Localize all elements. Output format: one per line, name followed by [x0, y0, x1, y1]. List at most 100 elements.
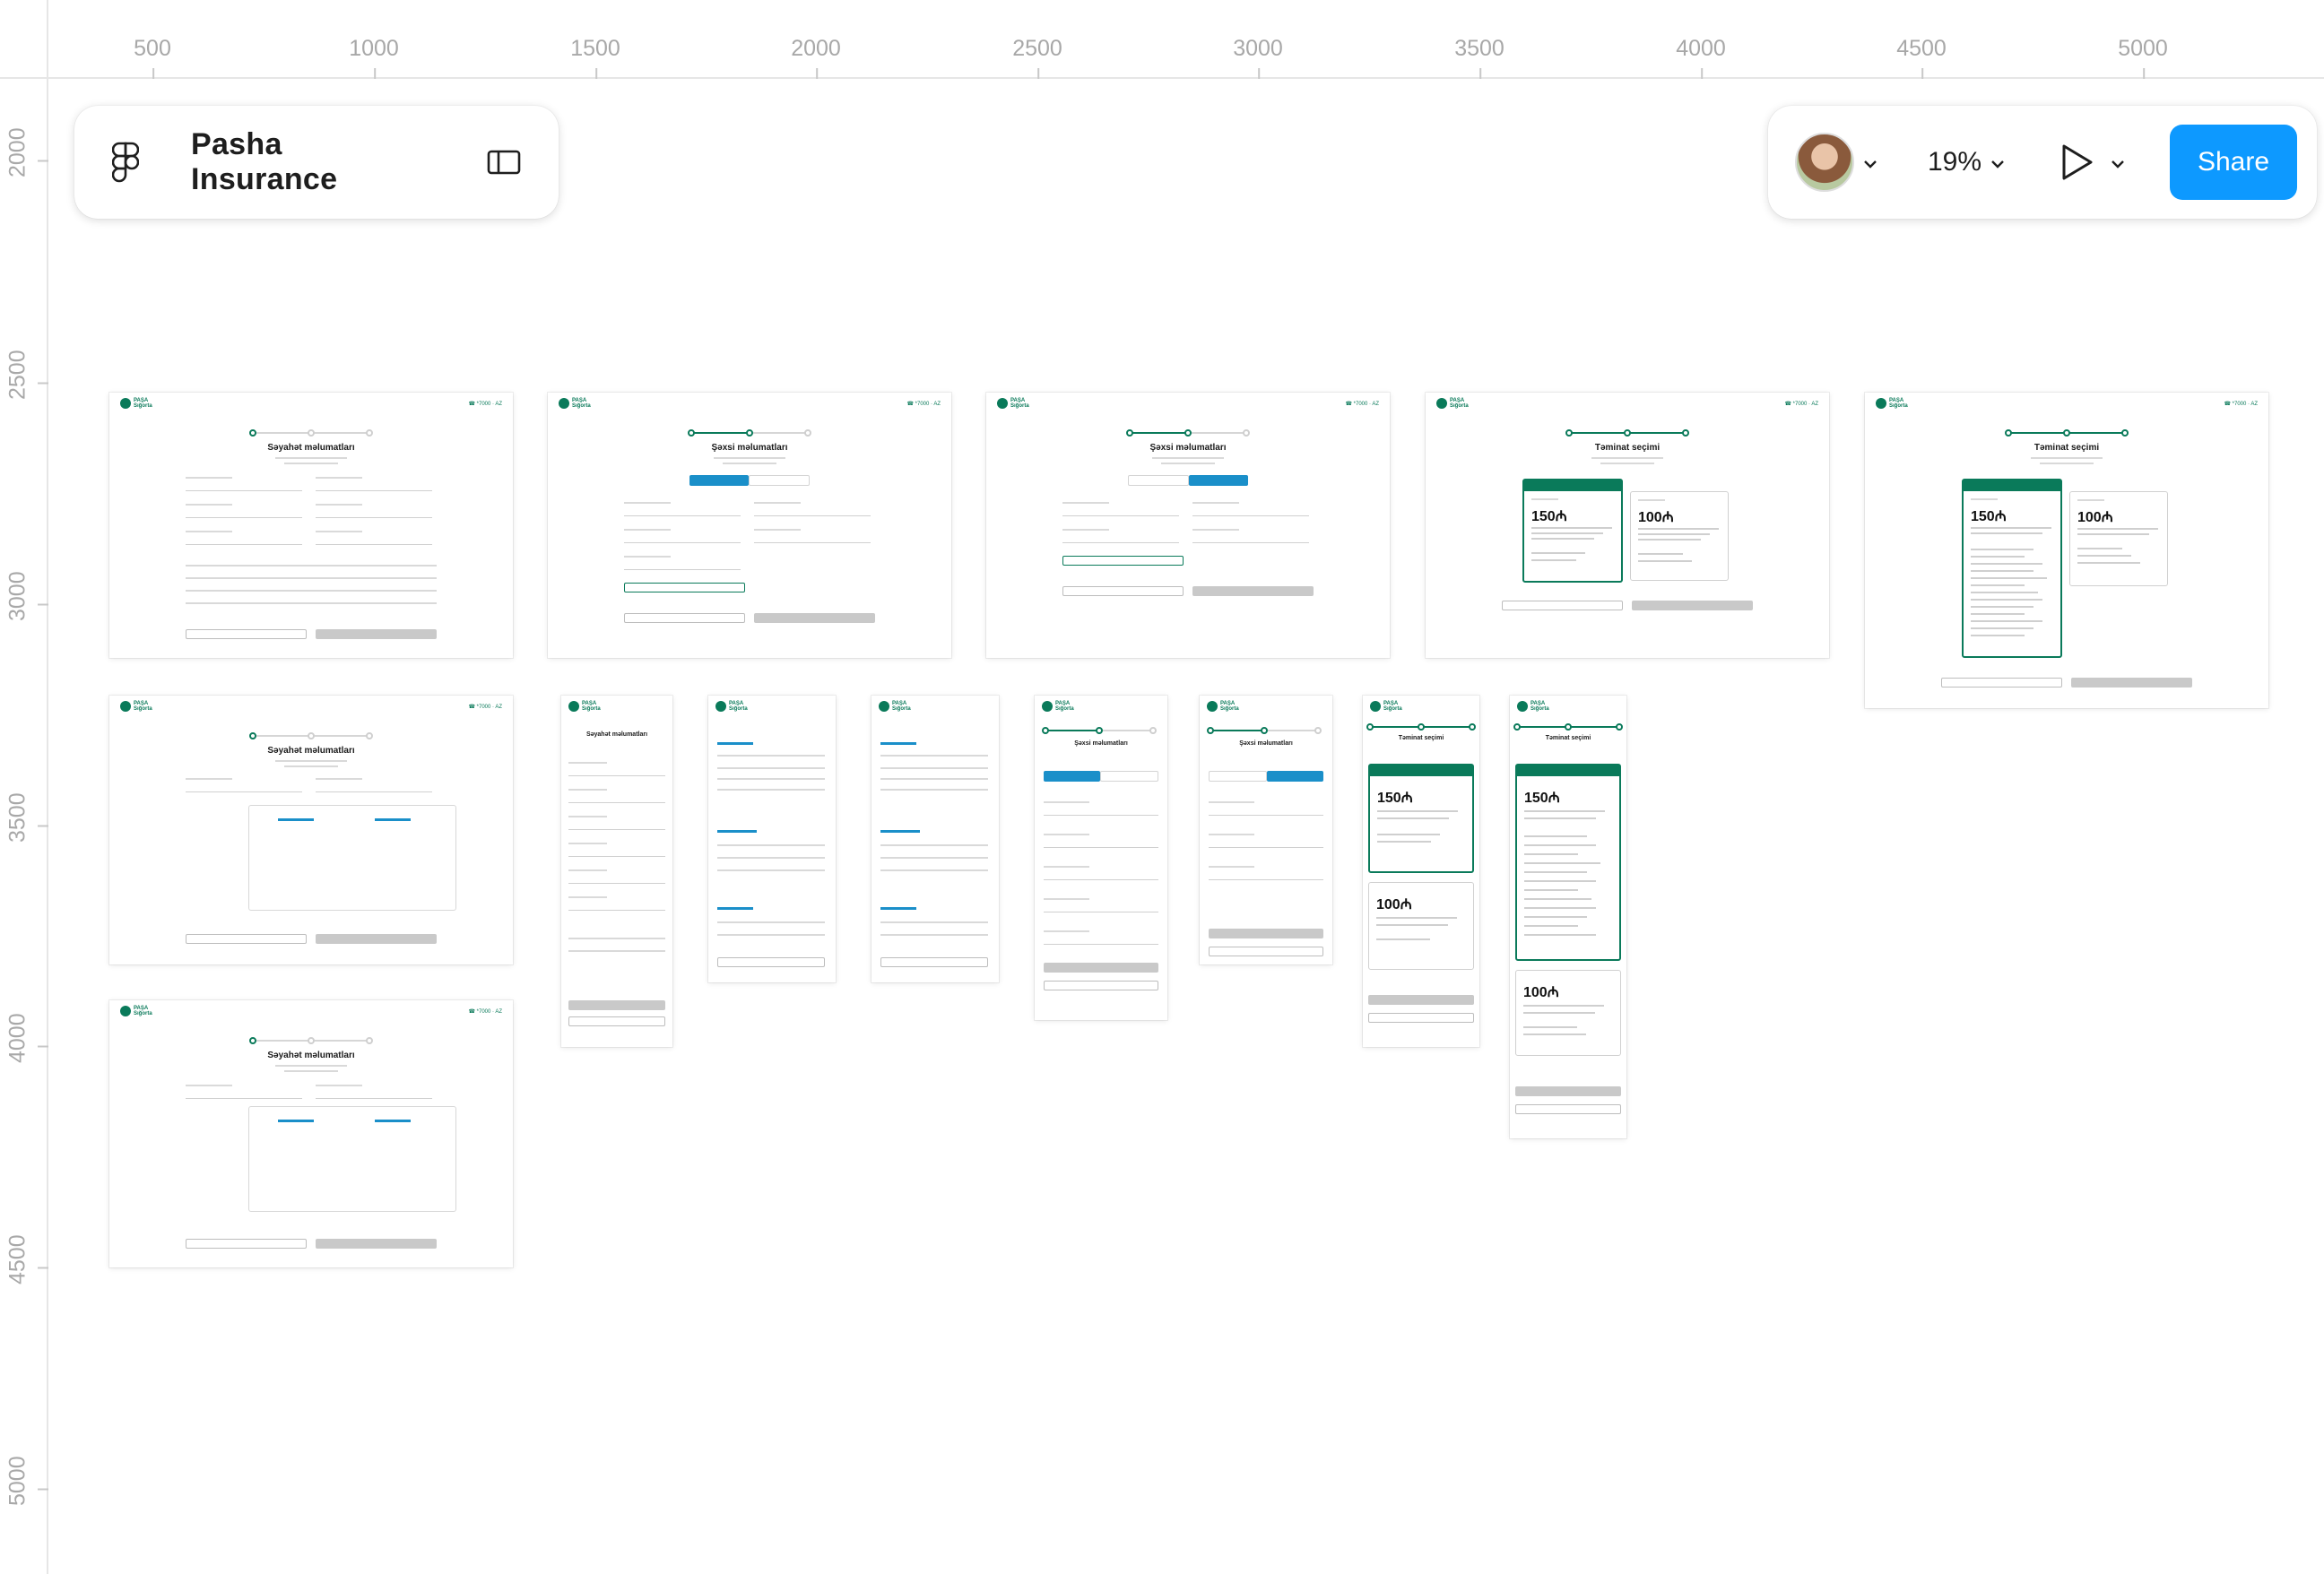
frame-title: Təminat seçimi	[1398, 735, 1444, 741]
pasha-logo: PAŞA Sığorta	[997, 398, 1029, 409]
ruler-tick: 3000	[1233, 0, 1283, 79]
sidebar-toggle-icon[interactable]	[487, 149, 521, 176]
plan-card-standard[interactable]: 100₼	[2069, 491, 2168, 586]
pasha-logo: PAŞA Sığorta	[120, 398, 152, 409]
back-button[interactable]	[624, 613, 745, 623]
pasha-logo: PAŞA Sığorta	[1517, 701, 1549, 712]
month-label	[717, 830, 757, 833]
back-button[interactable]	[186, 1239, 307, 1249]
frame-mobile-personal-alt[interactable]: PAŞA Sığorta Şəxsi məlumatları	[1200, 696, 1332, 964]
frame-title: Səyahət məlumatları	[585, 731, 648, 738]
play-icon[interactable]	[2059, 143, 2094, 182]
back-button[interactable]	[1044, 981, 1158, 990]
phone-icon: ☎ *7000 · AZ	[906, 402, 941, 407]
frame-travel-datepicker-selected[interactable]: PAŞA Sığorta ☎ *7000 · AZ Səyahət məlumatl…	[109, 1000, 513, 1267]
ruler-tick: 5000	[2118, 0, 2168, 79]
frame-title: Şəxsi məlumatları	[1149, 443, 1227, 453]
back-button[interactable]	[1515, 1104, 1621, 1114]
plan-card-standard[interactable]: 100₼	[1368, 882, 1474, 970]
plan-card-standard[interactable]: 100₼	[1630, 491, 1729, 581]
continue-button[interactable]	[1515, 1086, 1621, 1096]
plan-card-premium[interactable]: 150₼	[1515, 764, 1621, 961]
frame-mobile-calendar[interactable]: PAŞA Sığorta	[708, 696, 836, 982]
frame-title: Təminat seçimi	[1594, 443, 1661, 453]
confirm-button[interactable]	[880, 957, 988, 967]
zoom-level[interactable]: 19%	[1928, 147, 1981, 177]
date-picker[interactable]	[248, 1106, 456, 1212]
frame-mobile-calendar-alt[interactable]: PAŞA Sığorta	[872, 696, 999, 982]
pasha-logo: PAŞA Sığorta	[1436, 398, 1469, 409]
ruler-horizontal: 500 1000 1500 2000 2500 3000 3500 4000 4…	[0, 0, 2324, 79]
continue-button[interactable]	[1192, 586, 1314, 596]
date-picker[interactable]	[248, 805, 456, 911]
ruler-tick: 2500	[1012, 0, 1062, 79]
continue-button[interactable]	[1209, 929, 1323, 938]
back-button[interactable]	[186, 934, 307, 944]
chevron-down-icon[interactable]	[1863, 151, 1877, 174]
frame-mobile-travel[interactable]: PAŞA Sığorta Səyahət məlumatları	[561, 696, 672, 1047]
month-label	[717, 907, 753, 910]
back-button[interactable]	[1368, 1013, 1474, 1023]
plan-card-premium[interactable]: 150₼	[1522, 479, 1623, 583]
frame-title: Səyahət məlumatları	[267, 1051, 355, 1060]
back-button[interactable]	[1502, 601, 1623, 610]
ruler-tick: 500	[134, 0, 171, 79]
continue-button[interactable]	[2071, 678, 2192, 688]
share-button[interactable]: Share	[2170, 125, 2297, 200]
pasha-logo: PAŞA Sığorta	[1370, 701, 1402, 712]
continue-button[interactable]	[754, 613, 875, 623]
ruler-tick: 2000	[791, 0, 841, 79]
frame-mobile-coverage-expanded[interactable]: PAŞA Sığorta Təminat seçimi 150₼ 100₼	[1510, 696, 1626, 1138]
continue-button[interactable]	[316, 629, 437, 639]
continue-button[interactable]	[568, 1000, 665, 1010]
plan-card-premium[interactable]: 150₼	[1368, 764, 1474, 873]
continue-button[interactable]	[1368, 995, 1474, 1005]
ruler-tick: 4500	[0, 1234, 48, 1284]
add-passenger-button[interactable]	[1062, 556, 1184, 566]
confirm-button[interactable]	[717, 957, 825, 967]
ruler-tick: 4500	[1896, 0, 1947, 79]
phone-icon: ☎ *7000 · AZ	[468, 1009, 503, 1015]
frame-title: Səyahət məlumatları	[267, 443, 355, 453]
frame-title: Şəxsi məlumatları	[711, 443, 788, 453]
pasha-logo: PAŞA Sığorta	[120, 701, 152, 712]
month-label	[880, 907, 916, 910]
frame-travel-info[interactable]: PAŞA Sığorta ☎ *7000 · AZ Səyahət məlumatl…	[109, 393, 513, 658]
continue-button[interactable]	[316, 1239, 437, 1249]
frame-title: Təminat seçimi	[1545, 735, 1591, 741]
avatar[interactable]	[1795, 133, 1854, 192]
file-panel: Pasha Insurance	[74, 106, 559, 219]
frame-title: Səyahət məlumatları	[267, 746, 355, 756]
plan-card-premium[interactable]: 150₼	[1962, 479, 2062, 658]
frame-mobile-personal[interactable]: PAŞA Sığorta Şəxsi məlumatları	[1035, 696, 1167, 1020]
frame-title: Şəxsi məlumatları	[1074, 740, 1128, 747]
frame-personal-info[interactable]: PAŞA Sığorta ☎ *7000 · AZ Şəxsi məlumatlar…	[548, 393, 951, 658]
phone-icon: ☎ *7000 · AZ	[1784, 402, 1819, 407]
frame-coverage-expanded[interactable]: PAŞA Sığorta ☎ *7000 · AZ Təminat seçimi 1…	[1865, 393, 2268, 708]
frame-mobile-coverage[interactable]: PAŞA Sığorta Təminat seçimi 150₼ 100₼	[1363, 696, 1479, 1047]
ruler-tick: 5000	[0, 1456, 48, 1506]
pasha-logo: PAŞA Sığorta	[120, 1006, 152, 1016]
phone-icon: ☎ *7000 · AZ	[468, 705, 503, 710]
ruler-tick: 1500	[570, 0, 620, 79]
continue-button[interactable]	[316, 934, 437, 944]
continue-button[interactable]	[1632, 601, 1753, 610]
frame-travel-datepicker[interactable]: PAŞA Sığorta ☎ *7000 · AZ Səyahət məlumatl…	[109, 696, 513, 964]
pasha-logo: PAŞA Sığorta	[568, 701, 601, 712]
figma-logo-icon[interactable]	[111, 142, 140, 183]
file-name[interactable]: Pasha Insurance	[191, 127, 437, 197]
frame-personal-info-alt[interactable]: PAŞA Sığorta ☎ *7000 · AZ Şəxsi məlumatlar…	[986, 393, 1390, 658]
plan-card-standard[interactable]: 100₼	[1515, 970, 1621, 1056]
back-button[interactable]	[1941, 678, 2062, 688]
ruler-tick: 3500	[1454, 0, 1505, 79]
pasha-logo: PAŞA Sığorta	[879, 701, 911, 712]
back-button[interactable]	[1209, 947, 1323, 956]
chevron-down-icon[interactable]	[1990, 151, 2005, 174]
back-button[interactable]	[568, 1016, 665, 1026]
add-passenger-button[interactable]	[624, 583, 745, 592]
frame-coverage[interactable]: PAŞA Sığorta ☎ *7000 · AZ Təminat seçimi 1…	[1426, 393, 1829, 658]
chevron-down-icon[interactable]	[2111, 151, 2125, 174]
continue-button[interactable]	[1044, 963, 1158, 973]
back-button[interactable]	[186, 629, 307, 639]
back-button[interactable]	[1062, 586, 1184, 596]
